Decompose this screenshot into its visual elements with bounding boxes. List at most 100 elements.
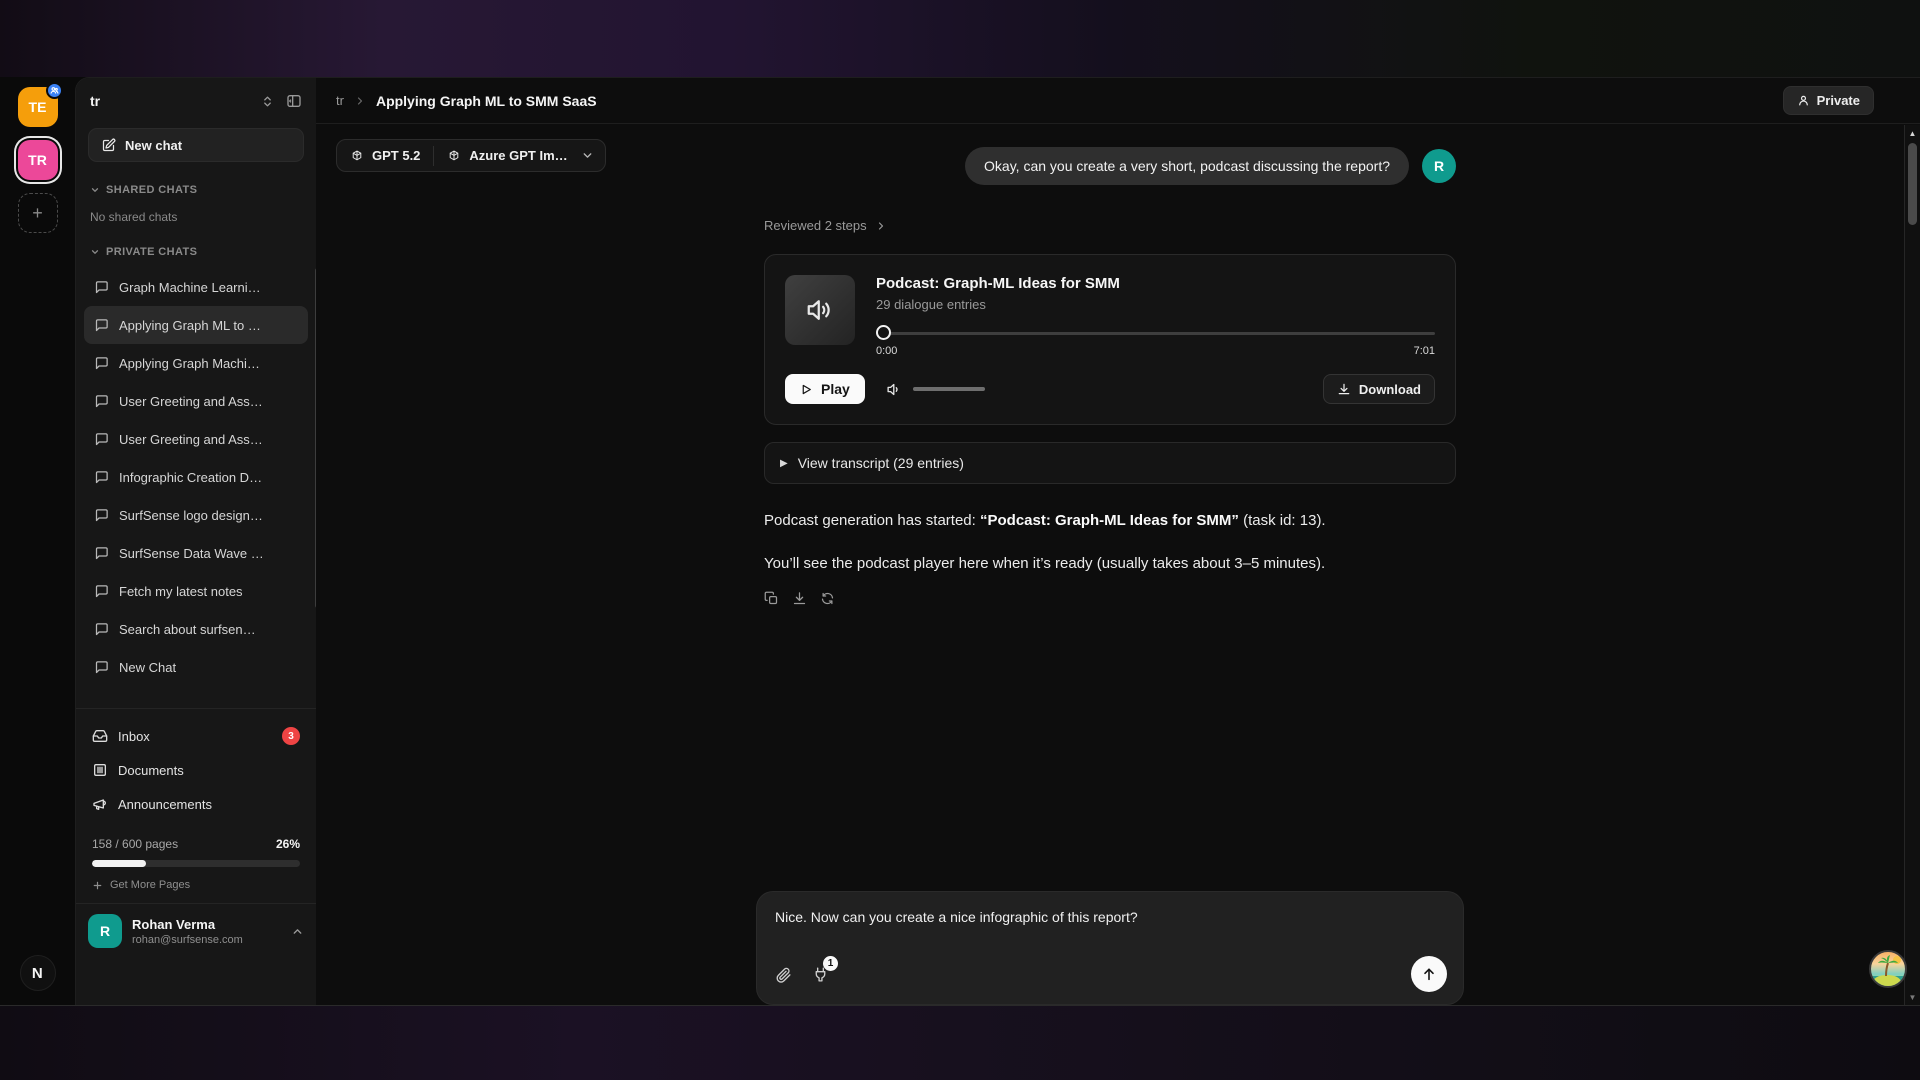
message-actions [764, 591, 1456, 606]
scroll-up-arrow[interactable]: ▲ [1905, 125, 1920, 141]
chevron-up-icon [291, 925, 304, 938]
profile-name: Rohan Verma [132, 917, 243, 932]
get-more-pages-button[interactable]: Get More Pages [92, 879, 300, 891]
megaphone-icon [92, 796, 108, 812]
volume-icon[interactable] [886, 381, 903, 398]
chat-bubble-icon [94, 318, 109, 333]
inbox-icon [92, 728, 108, 744]
seek-slider-thumb[interactable] [876, 325, 891, 340]
plus-icon [92, 880, 103, 891]
chat-list-item[interactable]: User Greeting and Ass… [84, 382, 308, 420]
chat-bubble-icon [94, 470, 109, 485]
main-header: tr Applying Graph ML to SMM SaaS Private [316, 78, 1920, 124]
openai-icon [447, 149, 461, 163]
sidebar-item-inbox[interactable]: Inbox 3 [82, 719, 310, 753]
documents-icon [92, 762, 108, 778]
chevron-down-icon [90, 185, 100, 195]
user-profile-button[interactable]: R Rohan Verma rohan@surfsense.com [76, 903, 316, 958]
chat-list-item[interactable]: Applying Graph Machi… [84, 344, 308, 382]
collapse-sidebar-icon[interactable] [286, 93, 302, 109]
model-chip-secondary[interactable]: Azure GPT Im… [434, 140, 580, 171]
connector-count-badge: 1 [823, 956, 838, 971]
user-message-bubble: Okay, can you create a very short, podca… [965, 147, 1409, 185]
chat-list-item[interactable]: New Chat [84, 648, 308, 686]
private-chats-section-header[interactable]: PRIVATE CHATS [76, 246, 316, 258]
sidebar-item-announcements[interactable]: Announcements [82, 787, 310, 821]
composer[interactable]: Nice. Now can you create a nice infograp… [757, 892, 1463, 1004]
chat-bubble-icon [94, 508, 109, 523]
workspace-name: tr [90, 93, 100, 109]
chat-list-item-selected[interactable]: Applying Graph ML to … [84, 306, 308, 344]
workspace-switcher-icon[interactable] [261, 95, 274, 108]
chat-bubble-icon [94, 584, 109, 599]
window-scrollbar[interactable]: ▲ ▼ [1904, 125, 1920, 1005]
profile-email: rohan@surfsense.com [132, 934, 243, 946]
chat-list-item[interactable]: Infographic Creation D… [84, 458, 308, 496]
workspace-rail: TE TR + N [0, 77, 75, 1005]
copy-icon[interactable] [764, 591, 779, 606]
chat-list-item[interactable]: Graph Machine Learni… [84, 268, 308, 306]
extension-palm-badge[interactable] [1869, 950, 1907, 988]
volume-slider[interactable] [913, 387, 985, 391]
breadcrumb-current: Applying Graph ML to SMM SaaS [376, 93, 597, 109]
new-chat-button[interactable]: New chat [88, 128, 304, 162]
n-logo[interactable]: N [20, 955, 56, 991]
chevron-down-icon[interactable] [581, 149, 605, 162]
inbox-count-badge: 3 [282, 727, 300, 745]
pages-progress-fill [92, 860, 146, 867]
plus-icon: + [32, 203, 43, 224]
chat-list-item[interactable]: Search about surfsen… [84, 610, 308, 648]
chat-content: GPT 5.2 Azure GPT Im… Okay, [316, 125, 1904, 1005]
sidebar: tr New chat [76, 78, 316, 1005]
chat-list-item[interactable]: SurfSense logo design… [84, 496, 308, 534]
download-icon[interactable] [792, 591, 807, 606]
attach-file-icon[interactable] [775, 966, 792, 983]
chat-list-item[interactable]: Fetch my latest notes [84, 572, 308, 610]
podcast-player-card: Podcast: Graph-ML Ideas for SMM 29 dialo… [764, 254, 1456, 425]
speaker-icon [805, 295, 835, 325]
model-chip-primary[interactable]: GPT 5.2 [337, 140, 433, 171]
chat-bubble-icon [94, 546, 109, 561]
arrow-up-icon [1421, 966, 1437, 982]
chat-list-item[interactable]: User Greeting and Ass… [84, 420, 308, 458]
no-shared-chats-text: No shared chats [76, 210, 316, 224]
avatar: R [88, 914, 122, 948]
reviewed-steps-toggle[interactable]: Reviewed 2 steps [764, 218, 1456, 233]
send-button[interactable] [1411, 956, 1447, 992]
browser-chrome-top [0, 0, 1920, 77]
caret-right-icon: ▶ [780, 458, 788, 469]
person-icon [1797, 94, 1810, 107]
chat-bubble-icon [94, 394, 109, 409]
private-button[interactable]: Private [1783, 86, 1874, 115]
current-time: 0:00 [876, 345, 897, 357]
chat-column: Okay, can you create a very short, podca… [764, 125, 1456, 1005]
add-workspace-button[interactable]: + [18, 193, 58, 233]
play-icon [800, 383, 813, 396]
composer-input[interactable]: Nice. Now can you create a nice infograp… [775, 909, 1445, 925]
assistant-message-line2: You’ll see the podcast player here when … [764, 553, 1456, 575]
chevron-down-icon [90, 247, 100, 257]
usage-panel: 158 / 600 pages 26% Get More Pages [76, 821, 316, 891]
model-selector: GPT 5.2 Azure GPT Im… [336, 139, 606, 172]
browser-chrome-bottom [0, 1005, 1920, 1080]
scroll-down-arrow[interactable]: ▼ [1905, 989, 1920, 1005]
chat-bubble-icon [94, 280, 109, 295]
scrollbar-thumb[interactable] [1908, 143, 1917, 225]
avatar: R [1422, 149, 1456, 183]
breadcrumb-root[interactable]: tr [336, 93, 344, 108]
shared-chats-section-header[interactable]: SHARED CHATS [76, 184, 316, 196]
download-button[interactable]: Download [1323, 374, 1435, 404]
connectors-icon[interactable]: 1 [812, 966, 829, 983]
chat-list-item[interactable]: SurfSense Data Wave … [84, 534, 308, 572]
regenerate-icon[interactable] [820, 591, 835, 606]
seek-slider[interactable] [876, 325, 1435, 341]
workspace-tr[interactable]: TR [18, 140, 58, 180]
workspace-te[interactable]: TE [18, 87, 58, 127]
sidebar-item-documents[interactable]: Documents [82, 753, 310, 787]
chevron-right-icon [354, 95, 366, 107]
chat-bubble-icon [94, 660, 109, 675]
play-button[interactable]: Play [785, 374, 865, 404]
pages-progress-bar [92, 860, 300, 867]
view-transcript-toggle[interactable]: ▶ View transcript (29 entries) [764, 442, 1456, 484]
app-window: TE TR + N tr [0, 77, 1920, 1005]
